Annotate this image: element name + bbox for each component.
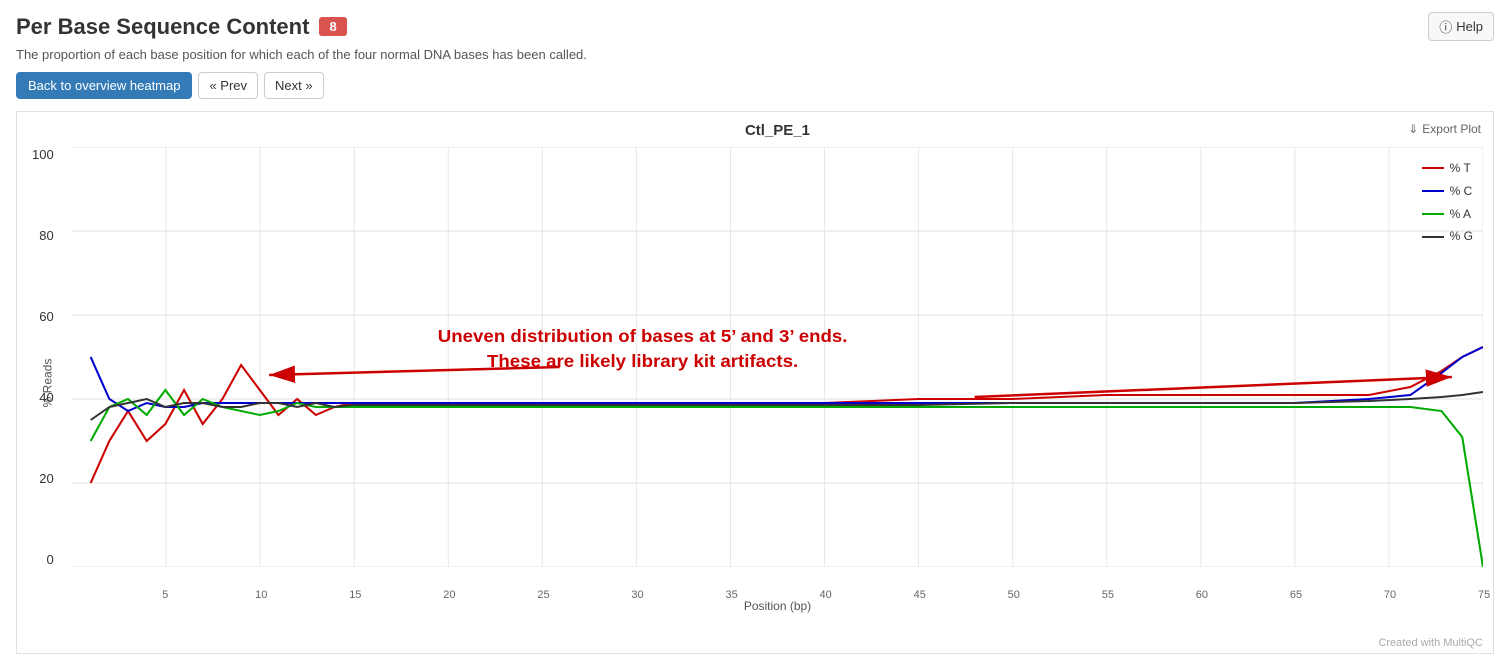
toolbar: Back to overview heatmap « Prev Next » (16, 72, 1494, 99)
chart-area: 100 80 60 40 20 0 (72, 147, 1483, 567)
status-badge: 8 (319, 17, 346, 36)
next-button[interactable]: Next » (264, 72, 324, 99)
c-legend-line (1422, 190, 1444, 192)
download-icon: ⇓ (1408, 122, 1418, 136)
multiqc-credit: Created with MultiQC (1378, 637, 1483, 649)
annotation-line1: Uneven distribution of bases at 5’ and 3… (438, 325, 848, 346)
g-legend-line (1422, 236, 1444, 238)
help-icon: ⓘ (1439, 17, 1452, 36)
a-legend-line (1422, 213, 1444, 215)
chart-svg: Uneven distribution of bases at 5’ and 3… (72, 147, 1483, 567)
legend-item-a: % A (1422, 203, 1473, 226)
page-subtitle: The proportion of each base position for… (16, 47, 1494, 62)
annotation-line2: These are likely library kit artifacts. (487, 350, 798, 371)
legend-item-t: % T (1422, 157, 1473, 180)
a-line (91, 390, 1483, 567)
export-plot-link[interactable]: ⇓ Export Plot (1408, 122, 1481, 136)
legend-item-g: % G (1422, 225, 1473, 248)
legend: % T % C % A % G (1422, 157, 1473, 248)
prev-button[interactable]: « Prev (198, 72, 258, 99)
page-title: Per Base Sequence Content (16, 14, 309, 40)
x-axis-label: Position (bp) (72, 599, 1483, 613)
t-legend-line (1422, 167, 1444, 169)
chart-title: Ctl_PE_1 (72, 122, 1483, 139)
back-to-heatmap-button[interactable]: Back to overview heatmap (16, 72, 192, 99)
page-header: Per Base Sequence Content 8 ⓘ Help The p… (16, 12, 1494, 62)
chart-container: Ctl_PE_1 ⇓ Export Plot % Reads 100 80 60… (16, 111, 1494, 654)
y-axis: 100 80 60 40 20 0 (32, 147, 54, 567)
help-button[interactable]: ⓘ Help (1428, 12, 1494, 41)
legend-item-c: % C (1422, 180, 1473, 203)
